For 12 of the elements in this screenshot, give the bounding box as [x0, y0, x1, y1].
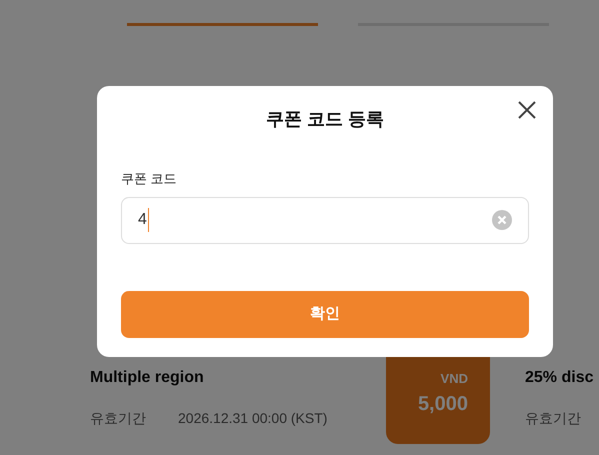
validity-label: 유효기간	[525, 409, 581, 428]
coupon-title: Multiple region	[90, 368, 205, 388]
coupon-title: 25% disc	[525, 368, 594, 388]
field-label: 쿠폰 코드	[121, 170, 178, 188]
clear-icon[interactable]	[492, 210, 512, 230]
amount-value: 5,000	[418, 392, 468, 417]
validity-label: 유효기간	[90, 409, 146, 428]
validity-date: 2026.12.31 00:00 (KST)	[178, 409, 328, 428]
currency-label: VND	[440, 370, 468, 388]
dialog-title: 쿠폰 코드 등록	[264, 108, 385, 131]
tab-indicator[interactable]	[127, 23, 318, 26]
coupon-code-field[interactable]: 4	[121, 196, 529, 244]
